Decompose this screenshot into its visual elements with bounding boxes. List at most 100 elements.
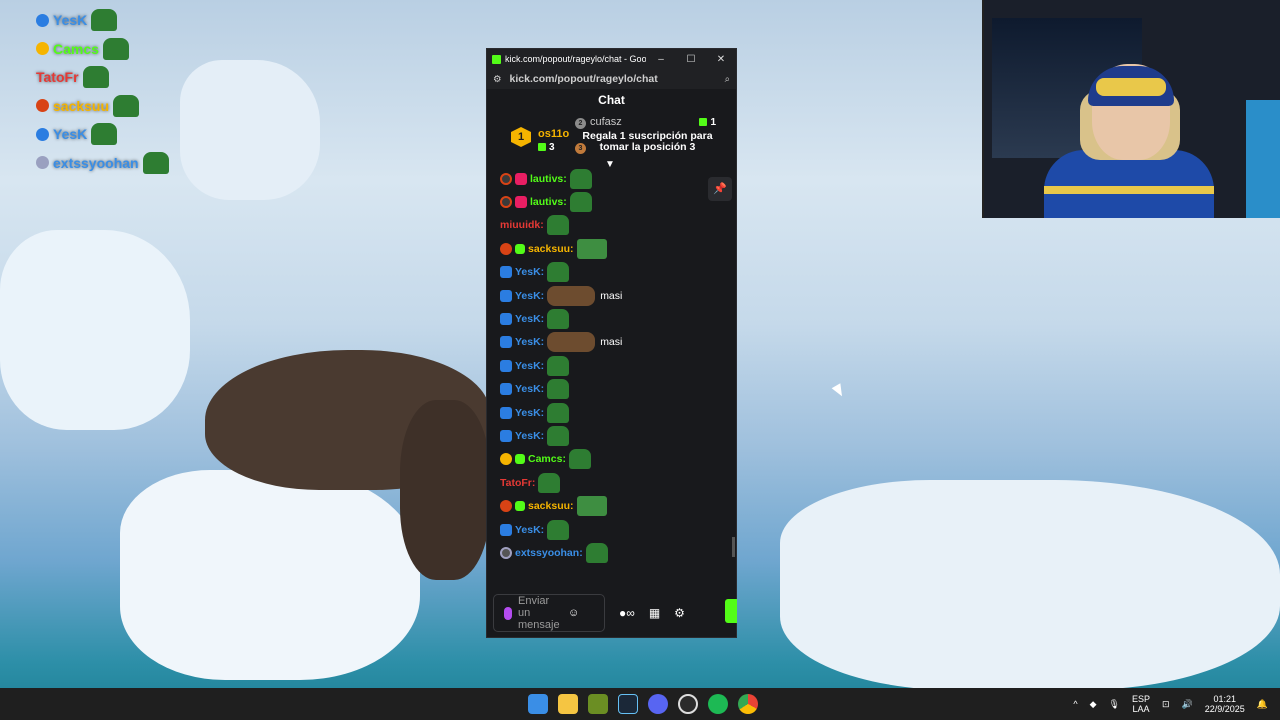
chat-username[interactable]: YesK: <box>515 383 544 395</box>
vip-badge-icon[interactable] <box>500 429 512 442</box>
chat-username[interactable]: YesK: <box>515 313 544 325</box>
chat-username[interactable]: YesK: <box>515 266 544 278</box>
emote-icon[interactable] <box>547 309 570 330</box>
vip-badge-icon[interactable] <box>500 523 512 536</box>
clock[interactable]: 01:21 22/9/2025 <box>1205 694 1245 714</box>
emote-icon[interactable] <box>576 238 607 259</box>
vip-badge-icon[interactable] <box>500 406 512 419</box>
gold-badge-icon[interactable] <box>500 453 512 466</box>
dark-badge-icon[interactable] <box>500 172 512 185</box>
overlay-username: extssyoohan <box>53 154 139 171</box>
start-menu-icon[interactable] <box>528 694 548 714</box>
sub-badge-icon[interactable] <box>515 243 525 254</box>
windows-taskbar: ^ ◆ 🎙 ESP LAA ⊡ 🔊 01:21 22/9/2025 🔔 <box>0 688 1280 720</box>
emote-icon[interactable] <box>569 192 592 213</box>
red-badge-icon[interactable] <box>500 242 512 255</box>
discord-icon[interactable] <box>648 694 668 714</box>
emote-icon[interactable] <box>547 332 596 353</box>
emote-icon[interactable] <box>547 262 570 283</box>
address-bar[interactable]: ⚙ kick.com/popout/rageylo/chat ⌕ <box>487 69 736 89</box>
vip-badge-icon[interactable] <box>500 383 512 396</box>
vip-badge-icon[interactable] <box>500 336 512 349</box>
emoji-icon[interactable]: ☺ <box>568 607 579 619</box>
emote-icon[interactable] <box>547 355 570 376</box>
rank-2-entry[interactable]: 2 cufasz <box>575 116 622 129</box>
emote-icon[interactable] <box>576 496 607 517</box>
emote-icon[interactable] <box>568 449 591 470</box>
vip-badge-icon[interactable] <box>500 313 512 326</box>
rank-1-name[interactable]: os11o <box>538 128 569 140</box>
sub-badge-icon[interactable] <box>515 501 525 512</box>
spotify-icon[interactable] <box>708 694 728 714</box>
chat-username[interactable]: Camcs: <box>528 453 566 465</box>
emote-icon[interactable] <box>546 215 569 236</box>
pin-icon[interactable]: 📌 <box>708 177 732 201</box>
obs-icon[interactable] <box>678 694 698 714</box>
chat-username[interactable]: YesK: <box>515 336 544 348</box>
mic-icon[interactable] <box>504 606 512 620</box>
chat-username[interactable]: TatoFr: <box>500 477 535 489</box>
steam-icon[interactable] <box>618 694 638 714</box>
chat-username[interactable]: lautivs: <box>530 196 567 208</box>
vip-badge-icon[interactable] <box>500 266 512 279</box>
emote-icon[interactable] <box>569 168 592 189</box>
emote-icon[interactable] <box>547 519 570 540</box>
close-button[interactable]: ✕ <box>706 54 736 65</box>
minimize-button[interactable]: – <box>646 54 676 65</box>
vip-badge-icon[interactable] <box>500 289 512 302</box>
red-badge-icon[interactable] <box>500 500 512 513</box>
chat-username[interactable]: sacksuu: <box>528 243 574 255</box>
tray-chevron-icon[interactable]: ^ <box>1073 699 1077 709</box>
settings-gear-icon[interactable]: ⚙ <box>674 606 685 620</box>
chat-username[interactable]: YesK: <box>515 290 544 302</box>
rank-3-promo[interactable]: 3 Regala 1 suscripción para tomar la posi… <box>575 130 720 154</box>
system-tray: ^ ◆ 🎙 ESP LAA ⊡ 🔊 01:21 22/9/2025 🔔 <box>1073 688 1268 720</box>
volume-icon[interactable]: 🔊 <box>1182 699 1193 710</box>
notifications-icon[interactable]: 🔔 <box>1257 699 1268 710</box>
emote-icon[interactable] <box>538 472 561 493</box>
emote-icon <box>82 66 109 89</box>
chat-username[interactable]: YesK: <box>515 430 544 442</box>
zoom-icon[interactable]: ⌕ <box>725 74 730 85</box>
security-icon[interactable]: ◆ <box>1090 699 1097 710</box>
chat-username[interactable]: YesK: <box>515 360 544 372</box>
emote-icon[interactable] <box>585 542 608 563</box>
game-icon[interactable] <box>588 694 608 714</box>
sub-badge-icon[interactable] <box>515 454 525 465</box>
chat-username[interactable]: miuuidk: <box>500 219 544 231</box>
chat-message: extssyoohan: <box>487 541 736 564</box>
chat-username[interactable]: sacksuu: <box>528 500 574 512</box>
channel-points-icon[interactable]: ●∞ <box>619 606 635 620</box>
chrome-icon[interactable] <box>738 694 758 714</box>
file-explorer-icon[interactable] <box>558 694 578 714</box>
network-icon[interactable]: ⊡ <box>1162 699 1170 710</box>
kick-favicon-icon <box>492 54 501 64</box>
chat-message: YesK: <box>487 354 736 377</box>
promo-text: Regala 1 suscripción para tomar la posic… <box>582 130 713 153</box>
overlay-chat-line: TatoFr <box>36 63 169 92</box>
vip-badge-icon[interactable] <box>500 359 512 372</box>
chat-popout-window: kick.com/popout/rageylo/chat - Googl... … <box>486 48 737 638</box>
chat-username[interactable]: YesK: <box>515 524 544 536</box>
pink-badge-icon[interactable] <box>515 172 527 185</box>
dark-badge-icon[interactable] <box>500 196 512 209</box>
badge-icon <box>36 127 49 141</box>
scrollbar[interactable] <box>732 537 735 557</box>
emote-icon[interactable] <box>547 425 570 446</box>
site-settings-icon[interactable]: ⚙ <box>493 74 502 85</box>
maximize-button[interactable]: ☐ <box>676 54 706 65</box>
send-button[interactable] <box>725 599 737 623</box>
emote-icon[interactable] <box>547 379 570 400</box>
chat-message: lautivs: <box>487 190 736 213</box>
emote-icon[interactable] <box>547 285 596 306</box>
store-icon[interactable]: ▦ <box>649 606 660 620</box>
gray-badge-icon[interactable] <box>500 546 512 559</box>
pink-badge-icon[interactable] <box>515 196 527 209</box>
chat-input[interactable]: Enviar un mensaje ☺ <box>493 594 605 632</box>
chat-username[interactable]: YesK: <box>515 407 544 419</box>
language-indicator[interactable]: ESP LAA <box>1132 694 1150 714</box>
chat-username[interactable]: lautivs: <box>530 173 567 185</box>
emote-icon[interactable] <box>547 402 570 423</box>
chat-username[interactable]: extssyoohan: <box>515 547 583 559</box>
microphone-icon[interactable]: 🎙 <box>1109 699 1120 710</box>
